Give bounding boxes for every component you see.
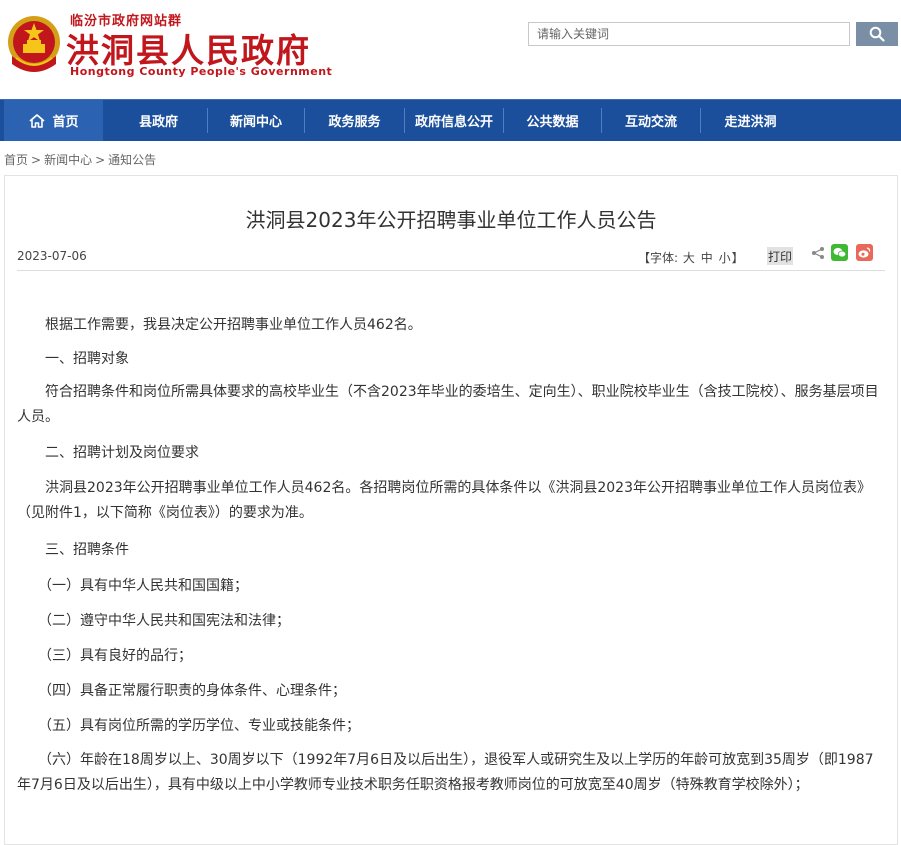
nav-item-about-hongtong[interactable]: 走进洪洞 xyxy=(701,100,800,141)
weibo-icon[interactable] xyxy=(856,244,873,261)
nav-item-government-services[interactable]: 政务服务 xyxy=(305,100,404,141)
home-icon xyxy=(29,113,46,128)
nav-item-public-data[interactable]: 公共数据 xyxy=(504,100,601,141)
national-emblem-icon xyxy=(8,16,60,72)
site-subtitle: Hongtong County People's Government xyxy=(70,65,333,78)
site-header: 临汾市政府网站群 洪洞县人民政府 Hongtong County People'… xyxy=(0,0,901,98)
meta-divider xyxy=(17,270,885,271)
breadcrumb-home[interactable]: 首页 xyxy=(4,153,28,167)
list-item: （五）具有岗位所需的学历学位、专业或技能条件； xyxy=(17,718,360,734)
font-size-control: 【字体: 大 中 小】 xyxy=(638,249,744,266)
search-icon xyxy=(869,26,885,42)
list-item: （三）具有良好的品行； xyxy=(17,648,192,664)
nav-item-county-government[interactable]: 县政府 xyxy=(110,100,207,141)
search-button[interactable] xyxy=(856,22,898,46)
list-item: （六）年龄在18周岁以上、30周岁以下（1992年7月6日及以后出生），退役军人… xyxy=(17,752,874,793)
font-size-small[interactable]: 小 xyxy=(719,251,731,265)
main-nav: 首页 县政府 新闻中心 政务服务 政府信息公开 公共数据 互动交流 走进洪洞 xyxy=(0,99,901,141)
font-size-label: 【字体: xyxy=(638,251,679,265)
breadcrumb-separator: > xyxy=(95,153,106,167)
search-input[interactable] xyxy=(528,22,850,46)
breadcrumb-separator: > xyxy=(31,153,42,167)
section-heading: 三、招聘条件 xyxy=(17,542,129,558)
list-item: （二）遵守中华人民共和国宪法和法律； xyxy=(17,613,290,629)
list-item: （一）具有中华人民共和国国籍； xyxy=(17,578,248,594)
section-heading: 一、招聘对象 xyxy=(17,351,129,367)
share-icon[interactable] xyxy=(811,246,825,260)
breadcrumb: 首页 > 新闻中心 > 通知公告 xyxy=(4,151,156,168)
article-container: 洪洞县2023年公开招聘事业单位工作人员公告 2023-07-06 【字体: 大… xyxy=(4,175,898,845)
nav-item-label: 首页 xyxy=(52,115,79,130)
paragraph: 符合招聘条件和岗位所需具体要求的高校毕业生（不含2023年毕业的委培生、定向生）… xyxy=(17,384,879,425)
font-size-label-close: 】 xyxy=(731,251,744,265)
paragraph: 洪洞县2023年公开招聘事业单位工作人员462名。各招聘岗位所需的具体条件以《洪… xyxy=(17,480,871,521)
section-heading: 二、招聘计划及岗位要求 xyxy=(17,445,199,461)
nav-item-news-center[interactable]: 新闻中心 xyxy=(208,100,304,141)
nav-item-interaction[interactable]: 互动交流 xyxy=(602,100,700,141)
font-size-large[interactable]: 大 xyxy=(683,251,695,265)
list-item: （四）具备正常履行职责的身体条件、心理条件； xyxy=(17,683,346,699)
nav-item-information-disclosure[interactable]: 政府信息公开 xyxy=(405,100,503,141)
wechat-icon[interactable] xyxy=(831,244,848,261)
breadcrumb-news-center[interactable]: 新闻中心 xyxy=(44,153,92,167)
print-button[interactable]: 打印 xyxy=(767,247,793,265)
nav-item-home[interactable]: 首页 xyxy=(4,100,103,141)
paragraph: 根据工作需要，我县决定公开招聘事业单位工作人员462名。 xyxy=(17,317,422,333)
article-title: 洪洞县2023年公开招聘事业单位工作人员公告 xyxy=(245,208,657,232)
font-size-medium[interactable]: 中 xyxy=(701,251,713,265)
publish-date: 2023-07-06 xyxy=(17,249,87,263)
breadcrumb-notices[interactable]: 通知公告 xyxy=(108,153,156,167)
